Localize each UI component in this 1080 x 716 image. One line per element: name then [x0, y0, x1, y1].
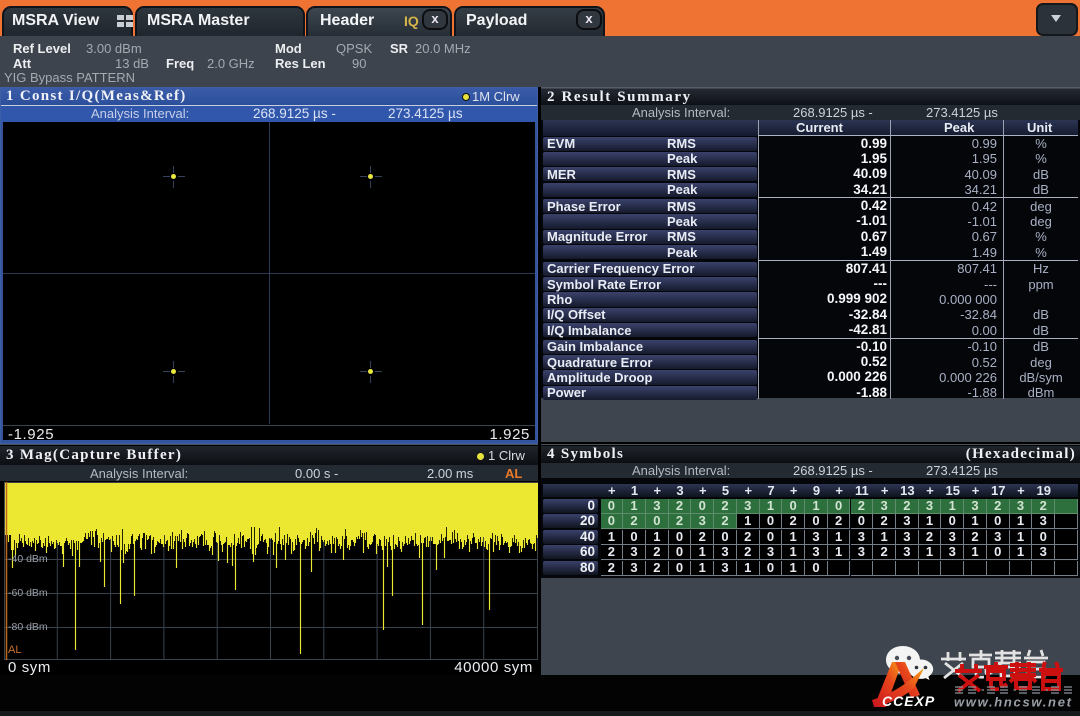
svg-text:www.hncsw.net: www.hncsw.net — [954, 695, 1073, 710]
svg-text:CCEXP: CCEXP — [882, 693, 935, 709]
